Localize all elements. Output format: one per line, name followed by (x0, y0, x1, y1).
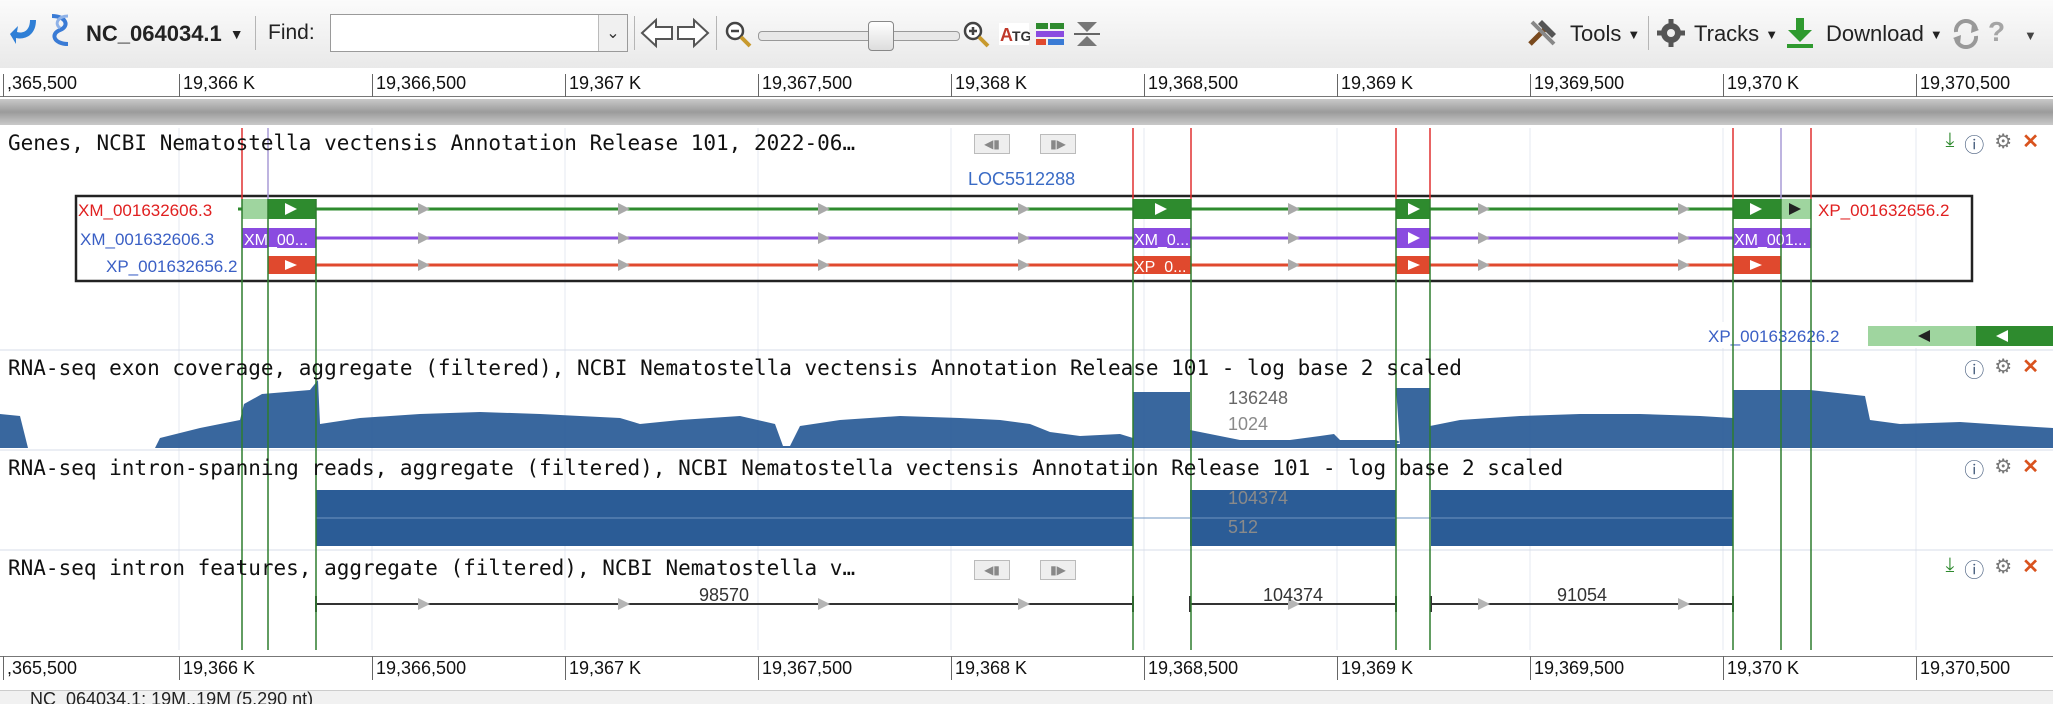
gear-icon[interactable]: ⚙ (1994, 554, 2012, 583)
genes-track-controls: ⤓ ⓘ ⚙ ✕ (1945, 129, 2039, 158)
skip-forward-icon: ▮▶ (1050, 563, 1066, 577)
download-icon[interactable]: ⤓ (1945, 554, 1954, 583)
intron-count-label: 98570 (699, 585, 749, 605)
info-icon[interactable]: ⓘ (1964, 554, 1984, 583)
ruler-tick (372, 656, 373, 680)
transcript-label[interactable]: XM_001632606.3 (80, 230, 214, 249)
intron-count-label: 91054 (1557, 585, 1607, 605)
transcript-label[interactable]: XM_001632606.3 (78, 201, 212, 220)
ruler-axis (0, 656, 2053, 657)
info-icon[interactable]: ⓘ (1964, 129, 1984, 158)
track-prev-button[interactable]: ◀▮ (974, 560, 1010, 580)
ruler-tick (1144, 656, 1145, 680)
exon-block[interactable] (1976, 326, 2053, 346)
ruler-tick (758, 656, 759, 680)
ruler-label: 19,366 K (183, 658, 256, 678)
status-text: NC_064034.1: 19M..19M (5,290 nt) (30, 690, 314, 704)
ruler-label: 19,367 K (569, 658, 642, 678)
genes-track-title[interactable]: Genes, NCBI Nematostella vectensis Annot… (8, 131, 855, 155)
gear-icon[interactable]: ⚙ (1994, 454, 2012, 483)
skip-back-icon: ◀▮ (984, 563, 1000, 577)
utr-block[interactable] (242, 199, 268, 219)
close-icon[interactable]: ✕ (2022, 554, 2039, 583)
track-prev-button[interactable]: ◀▮ (974, 134, 1010, 154)
ruler-label: ,365,500 (7, 658, 78, 678)
protein-label[interactable]: XP_001632656.2 (106, 257, 237, 276)
intron-reads-track-controls: ⓘ ⚙ ✕ (1964, 454, 2039, 483)
track-next-button[interactable]: ▮▶ (1040, 134, 1076, 154)
ruler-label: 19,368,500 (1148, 658, 1239, 678)
status-bar: NC_064034.1: 19M..19M (5,290 nt) (0, 690, 2053, 704)
close-icon[interactable]: ✕ (2022, 454, 2039, 483)
transcript-label[interactable]: XP_001632656.2 (1818, 201, 1949, 220)
ruler-tick (1723, 656, 1724, 680)
ruler-label: 19,369,500 (1534, 658, 1625, 678)
info-icon[interactable]: ⓘ (1964, 354, 1984, 383)
skip-back-icon: ◀▮ (984, 137, 1000, 151)
exon-label: XM_001... (1734, 232, 1807, 249)
cds-label: XP_0... (1134, 259, 1186, 276)
protein-label[interactable]: XP_001632626.2 (1708, 327, 1839, 346)
ruler-tick (565, 656, 566, 680)
ruler-tick (1530, 656, 1531, 680)
exon-coverage-track-title[interactable]: RNA-seq exon coverage, aggregate (filter… (8, 356, 1462, 380)
download-icon[interactable]: ⤓ (1945, 129, 1954, 158)
intron-reads-track-title[interactable]: RNA-seq intron-spanning reads, aggregate… (8, 456, 1563, 480)
exon-label: XM_0... (1134, 232, 1189, 249)
ruler-label: 19,370,500 (1920, 658, 2011, 678)
ruler-tick (951, 656, 952, 680)
exon-coverage-graph[interactable] (0, 380, 2053, 448)
intron-features-track-title[interactable]: RNA-seq intron features, aggregate (filt… (8, 556, 855, 580)
ruler-tick (3, 656, 4, 680)
ruler-tick (1916, 656, 1917, 680)
track-next-button[interactable]: ▮▶ (1040, 560, 1076, 580)
ruler-label: 19,370 K (1727, 658, 1800, 678)
tracks-graphics: 136248 1024 104374 512 LOC5512288 XM_001… (0, 128, 2053, 650)
ruler-label: 19,366,500 (376, 658, 467, 678)
skip-forward-icon: ▮▶ (1050, 137, 1066, 151)
ruler-label: 19,367,500 (762, 658, 853, 678)
ruler-label: 19,369 K (1341, 658, 1414, 678)
ruler-tick (1337, 656, 1338, 680)
coordinate-ruler-bottom: ,365,500 19,366 K 19,366,500 19,367 K 19… (0, 652, 2053, 686)
gear-icon[interactable]: ⚙ (1994, 354, 2012, 383)
close-icon[interactable]: ✕ (2022, 129, 2039, 158)
intron-max-label: 104374 (1228, 488, 1288, 508)
intron-features-track-controls: ⤓ ⓘ ⚙ ✕ (1945, 554, 2039, 583)
intron-mid-label: 512 (1228, 517, 1258, 537)
locus-label[interactable]: LOC5512288 (968, 169, 1075, 189)
close-icon[interactable]: ✕ (2022, 354, 2039, 383)
ruler-tick (179, 656, 180, 680)
intron-count-label: 104374 (1263, 585, 1323, 605)
gear-icon[interactable]: ⚙ (1994, 129, 2012, 158)
coverage-max-label: 136248 (1228, 388, 1288, 408)
coverage-mid-label: 1024 (1228, 414, 1268, 434)
exon-label: XM_00... (244, 232, 308, 249)
info-icon[interactable]: ⓘ (1964, 454, 1984, 483)
exon-coverage-track-controls: ⓘ ⚙ ✕ (1964, 354, 2039, 383)
ruler-label: 19,368 K (955, 658, 1028, 678)
